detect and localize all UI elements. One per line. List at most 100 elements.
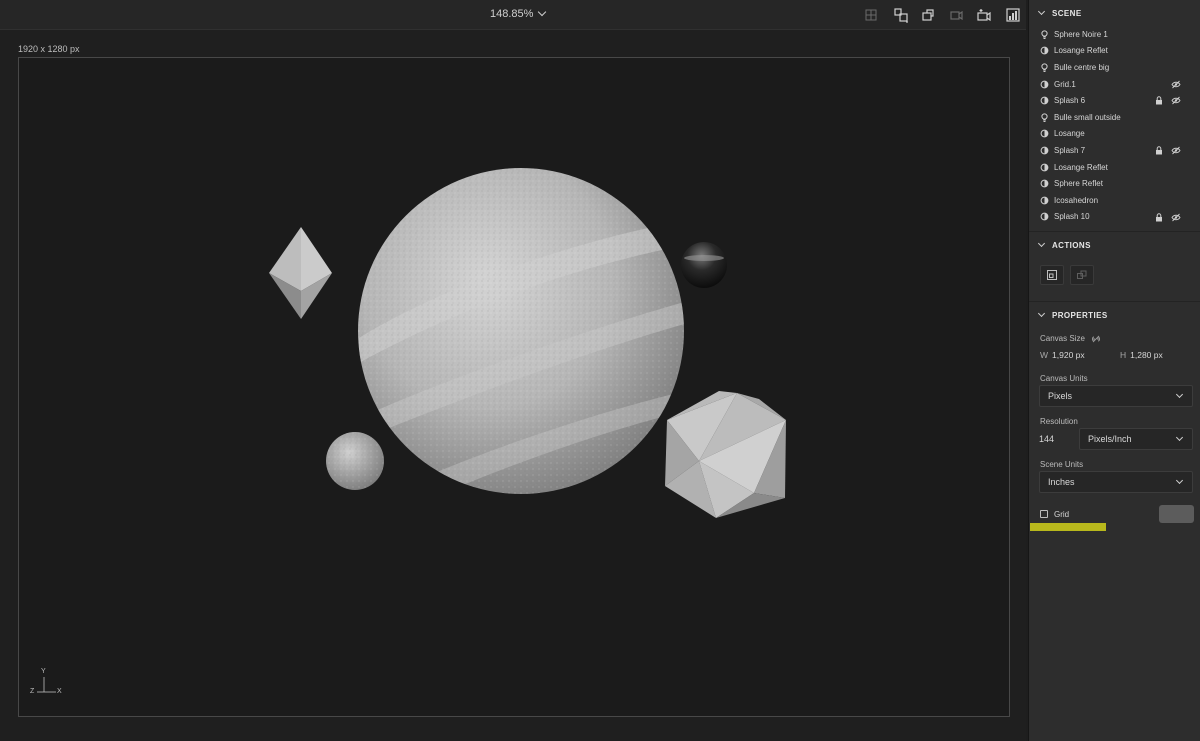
layer-name: Icosahedron bbox=[1054, 195, 1099, 205]
layer-item[interactable]: Losange Reflet bbox=[1029, 159, 1200, 176]
layer-item[interactable]: Bulle small outside bbox=[1029, 109, 1200, 126]
highlight-bar bbox=[1030, 523, 1106, 532]
layer-item[interactable]: Grid.1 bbox=[1029, 76, 1200, 93]
model-icon bbox=[1040, 46, 1049, 55]
app-window: 148.85% 1920 x 1280 px Y X Z SCENE Spher… bbox=[0, 0, 1200, 741]
grid-label: Grid bbox=[1054, 509, 1070, 519]
layer-name: Grid.1 bbox=[1054, 79, 1076, 89]
eye-hidden-icon[interactable] bbox=[1171, 80, 1181, 89]
lock-icon[interactable] bbox=[1155, 96, 1163, 105]
right-panel: SCENE Sphere Noire 1 Losange Reflet Bulle … bbox=[1028, 0, 1200, 741]
icosahedron-object[interactable] bbox=[665, 391, 786, 518]
layer-item[interactable]: Losange bbox=[1029, 126, 1200, 143]
canvas-size-readout: 1920 x 1280 px bbox=[18, 44, 80, 54]
layer-item[interactable]: Splash 10 bbox=[1029, 209, 1200, 226]
group-objects-icon bbox=[1077, 270, 1087, 280]
model-icon bbox=[1040, 146, 1049, 155]
scene-units-dropdown[interactable]: Inches bbox=[1039, 471, 1193, 494]
axis-x-label: X bbox=[57, 688, 62, 695]
layer-name: Losange Reflet bbox=[1054, 46, 1108, 56]
chevron-down-icon bbox=[1037, 7, 1046, 16]
grid-color-swatch[interactable] bbox=[1159, 505, 1194, 524]
properties-title: PROPERTIES bbox=[1052, 310, 1108, 320]
big-sphere-object[interactable] bbox=[349, 158, 699, 508]
render-preview-icon[interactable] bbox=[1004, 6, 1022, 24]
width-field[interactable]: W 1,920 px bbox=[1040, 350, 1120, 360]
chevron-down-icon bbox=[1175, 434, 1184, 442]
axis-z-label: Z bbox=[30, 688, 35, 695]
scene-units-value: Inches bbox=[1048, 477, 1075, 488]
canvas-units-label: Canvas Units bbox=[1040, 374, 1088, 384]
layer-item[interactable]: Splash 6 bbox=[1029, 92, 1200, 109]
chevron-down-icon bbox=[1037, 240, 1046, 248]
resolution-unit-dropdown[interactable]: Pixels/Inch bbox=[1079, 428, 1193, 451]
model-icon bbox=[1040, 129, 1049, 138]
octahedron-object[interactable] bbox=[269, 227, 332, 319]
light-bulb-icon bbox=[1040, 63, 1049, 72]
model-icon bbox=[1040, 179, 1049, 188]
height-field[interactable]: H 1,280 px bbox=[1120, 350, 1163, 360]
grid-checkbox[interactable] bbox=[1040, 510, 1048, 519]
layer-item[interactable]: Bulle centre big bbox=[1029, 59, 1200, 76]
layer-item[interactable]: Losange Reflet bbox=[1029, 43, 1200, 60]
eye-hidden-icon[interactable] bbox=[1171, 96, 1181, 105]
height-value: 1,280 px bbox=[1130, 350, 1163, 361]
artboard[interactable] bbox=[18, 57, 1010, 717]
light-bulb-icon bbox=[1040, 113, 1049, 122]
chevron-down-icon bbox=[1037, 310, 1046, 318]
actions-row bbox=[1029, 258, 1200, 292]
eye-hidden-icon[interactable] bbox=[1171, 213, 1181, 222]
lock-icon[interactable] bbox=[1155, 212, 1163, 222]
black-sphere-object[interactable] bbox=[681, 242, 727, 288]
viewport-toolbar: 148.85% bbox=[0, 0, 1026, 30]
grid-row: Grid bbox=[1029, 505, 1200, 524]
layer-item[interactable]: Sphere Reflet bbox=[1029, 175, 1200, 192]
canvas-size-label: Canvas Size bbox=[1029, 334, 1200, 343]
axis-gizmo: Y X Z bbox=[28, 668, 68, 698]
resolution-input[interactable]: 144 bbox=[1039, 434, 1079, 444]
model-icon bbox=[1040, 80, 1049, 89]
eye-hidden-icon[interactable] bbox=[1171, 146, 1181, 155]
actions-section-header[interactable]: ACTIONS bbox=[1029, 232, 1200, 258]
rotate-object-icon[interactable] bbox=[919, 6, 937, 24]
layer-list: Sphere Noire 1 Losange Reflet Bulle centre… bbox=[1029, 26, 1200, 225]
align-objects-icon[interactable] bbox=[892, 6, 910, 24]
canvas-units-value: Pixels bbox=[1048, 391, 1073, 402]
group-objects-button[interactable] bbox=[1070, 265, 1094, 286]
layer-item[interactable]: Sphere Noire 1 bbox=[1029, 26, 1200, 43]
width-label: W bbox=[1040, 350, 1049, 361]
layer-name: Sphere Noire 1 bbox=[1054, 29, 1108, 39]
small-sphere-object[interactable] bbox=[326, 432, 384, 490]
properties-section-header[interactable]: PROPERTIES bbox=[1029, 302, 1200, 328]
add-camera-icon[interactable] bbox=[975, 6, 993, 24]
resolution-label: Resolution bbox=[1040, 417, 1078, 427]
canvas-size-label-text: Canvas Size bbox=[1040, 334, 1085, 344]
axis-y-label: Y bbox=[41, 668, 46, 675]
light-bulb-icon bbox=[1040, 30, 1049, 39]
lock-icon[interactable] bbox=[1155, 146, 1163, 155]
grid-view-icon[interactable] bbox=[862, 6, 880, 24]
actions-title: ACTIONS bbox=[1052, 240, 1091, 250]
layer-name: Splash 10 bbox=[1054, 212, 1090, 222]
link-dimensions-icon[interactable] bbox=[1091, 335, 1101, 343]
layer-name: Splash 6 bbox=[1054, 96, 1086, 106]
canvas-units-dropdown[interactable]: Pixels bbox=[1039, 385, 1193, 408]
resize-canvas-button[interactable] bbox=[1040, 265, 1064, 286]
layer-name: Bulle centre big bbox=[1054, 62, 1110, 72]
scene-section-header[interactable]: SCENE bbox=[1029, 0, 1200, 26]
scene-units-label: Scene Units bbox=[1040, 460, 1084, 470]
layer-name: Bulle small outside bbox=[1054, 112, 1121, 122]
model-icon bbox=[1040, 163, 1049, 172]
scene-render[interactable] bbox=[19, 58, 1011, 718]
zoom-level: 148.85% bbox=[490, 8, 534, 20]
chevron-down-icon bbox=[1175, 391, 1184, 399]
move-camera-icon[interactable] bbox=[947, 6, 965, 24]
layer-name: Sphere Reflet bbox=[1054, 179, 1103, 189]
viewport[interactable]: 148.85% 1920 x 1280 px Y X Z bbox=[0, 0, 1026, 741]
resolution-unit-value: Pixels/Inch bbox=[1088, 434, 1132, 445]
layer-item[interactable]: Icosahedron bbox=[1029, 192, 1200, 209]
layer-item[interactable]: Splash 7 bbox=[1029, 142, 1200, 159]
canvas-size-row: W 1,920 px H 1,280 px bbox=[1029, 346, 1200, 364]
zoom-dropdown[interactable]: 148.85% bbox=[490, 7, 547, 20]
model-icon bbox=[1040, 196, 1049, 205]
